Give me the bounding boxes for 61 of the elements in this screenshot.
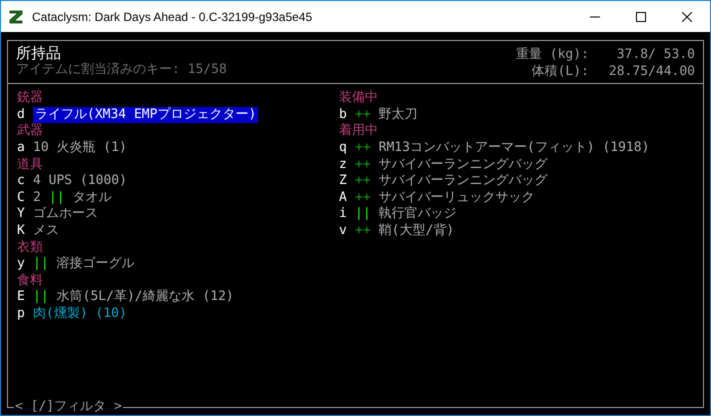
item-key: c	[17, 173, 33, 190]
item-name[interactable]: メス	[33, 222, 59, 240]
window-title: Cataclysm: Dark Days Ahead - 0.C-32199-g93a5e45	[32, 8, 312, 26]
item-key: K	[17, 222, 33, 240]
item-key: i	[339, 206, 355, 223]
stat-label: 体積(L):	[530, 64, 589, 80]
stat-label: 重量 (kg):	[516, 47, 589, 64]
item-name[interactable]: 溶接ゴーグル	[56, 256, 135, 273]
item-key: y	[17, 256, 33, 273]
item-marker: ++	[355, 222, 371, 240]
item-name[interactable]: サバイバーリュックサック	[378, 190, 535, 206]
item-marker: ++	[355, 156, 371, 174]
item-key: Y	[17, 206, 33, 223]
item-key: b	[339, 106, 355, 124]
item-marker: ++	[355, 140, 371, 157]
item-name[interactable]: RM13コンバットアーマー(フィット) (1918)	[378, 140, 650, 157]
item-name[interactable]: 水筒(5L/革)/綺麗な水 (12)	[56, 289, 234, 306]
item-marker: ++	[355, 106, 371, 123]
item-name[interactable]: 4 UPS (1000)	[33, 173, 127, 190]
item-name[interactable]: サバイバーランニングバッグ	[378, 156, 548, 174]
item-name[interactable]: 肉(燻製) (10)	[33, 306, 127, 322]
item-marker: ++	[355, 173, 371, 190]
stat-value: 28.75/44.00	[608, 64, 695, 80]
item-name[interactable]: ライフル(XM34 EMPプロジェクター)	[33, 106, 258, 124]
item-marker: ||	[33, 289, 49, 306]
item-key: q	[339, 140, 355, 157]
inventory-title: 所持品	[16, 44, 62, 62]
item-name[interactable]: ゴムホース	[33, 206, 98, 223]
item-marker: ||	[48, 190, 64, 206]
item-name[interactable]: サバイバーランニングバッグ	[378, 173, 548, 190]
item-key: v	[339, 222, 355, 240]
stat-value: 37.8/ 53.0	[616, 47, 695, 64]
item-name[interactable]: 鞘(大型/背)	[378, 222, 454, 240]
item-count: 2	[33, 190, 41, 206]
item-key: A	[339, 190, 355, 206]
item-key: E	[17, 289, 33, 306]
category-heading: 銃器	[17, 90, 44, 107]
category-heading: 装備中	[339, 90, 379, 107]
item-name[interactable]: 10 火炎瓶 (1)	[33, 140, 127, 157]
item-marker: ||	[33, 256, 49, 273]
category-heading: 道具	[17, 156, 44, 174]
filter-hint[interactable]: < [/]フィルタ >	[14, 399, 123, 415]
category-heading: 衣類	[17, 240, 44, 256]
item-key: C	[17, 190, 33, 206]
item-key: Z	[339, 173, 355, 190]
item-marker: ||	[355, 206, 371, 223]
item-key: z	[339, 156, 355, 174]
close-icon	[682, 12, 692, 22]
item-marker: ++	[355, 190, 371, 206]
item-key: a	[17, 140, 33, 157]
item-name[interactable]: タオル	[72, 190, 112, 206]
item-key: p	[17, 306, 33, 322]
maximize-icon	[636, 12, 646, 22]
item-name[interactable]: 野太刀	[378, 106, 418, 124]
item-key: d	[17, 106, 33, 124]
category-heading: 食料	[17, 272, 44, 290]
item-name[interactable]: 執行官バッジ	[378, 206, 457, 223]
app-logo-icon	[8, 8, 24, 24]
assigned-keys-info: アイテムに割当済みのキー: 15/58	[16, 62, 227, 79]
category-heading: 武器	[17, 123, 44, 140]
category-heading: 着用中	[339, 123, 379, 140]
